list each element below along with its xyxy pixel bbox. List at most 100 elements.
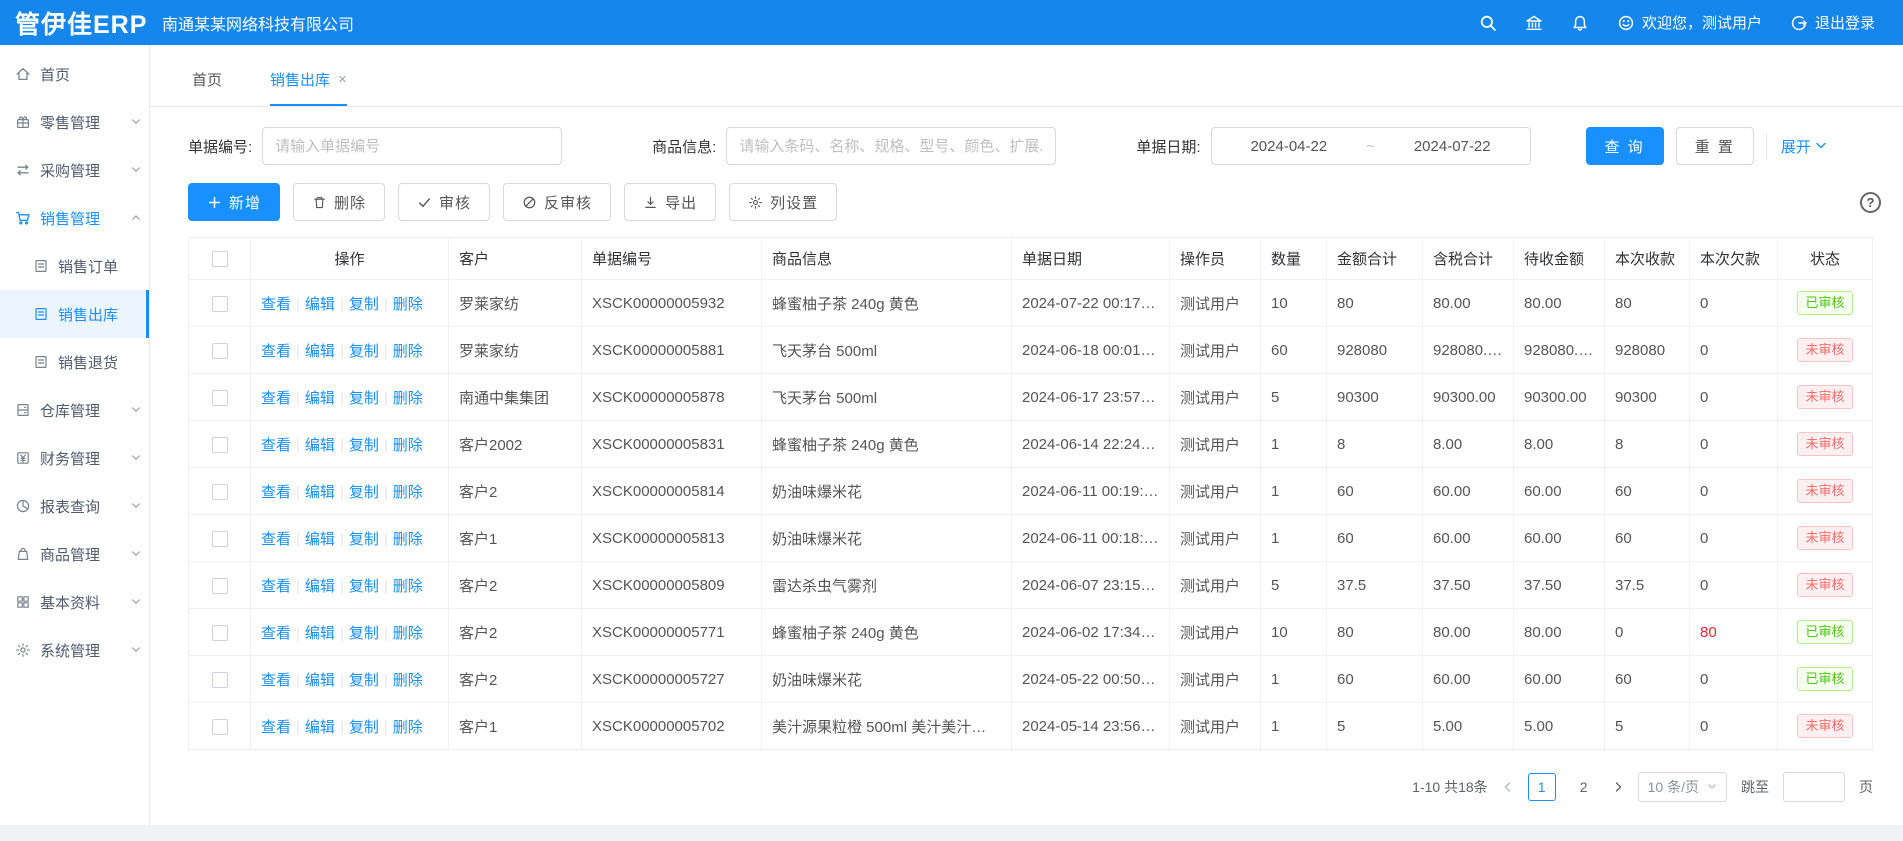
delete-link[interactable]: 删除 bbox=[393, 578, 423, 595]
view-link[interactable]: 查看 bbox=[261, 672, 291, 689]
help-icon[interactable]: ? bbox=[1860, 192, 1881, 213]
copy-link[interactable]: 复制 bbox=[349, 484, 379, 501]
copy-link[interactable]: 复制 bbox=[349, 390, 379, 407]
delete-link[interactable]: 删除 bbox=[393, 531, 423, 548]
edit-link[interactable]: 编辑 bbox=[305, 437, 335, 454]
sidebar-item-retail[interactable]: 零售管理 bbox=[0, 98, 149, 146]
view-link[interactable]: 查看 bbox=[261, 343, 291, 360]
sidebar-item-purchase[interactable]: 采购管理 bbox=[0, 146, 149, 194]
logout-button[interactable]: 退出登录 bbox=[1790, 12, 1875, 33]
sidebar-item-label: 系统管理 bbox=[40, 640, 100, 661]
add-button[interactable]: 新增 bbox=[188, 183, 280, 221]
tab-sales-outbound[interactable]: 销售出库 × bbox=[270, 69, 347, 106]
sidebar-item-warehouse[interactable]: 仓库管理 bbox=[0, 386, 149, 434]
delete-link[interactable]: 删除 bbox=[393, 343, 423, 360]
close-icon[interactable]: × bbox=[338, 71, 347, 88]
delete-link[interactable]: 删除 bbox=[393, 625, 423, 642]
sidebar-item-product[interactable]: 商品管理 bbox=[0, 530, 149, 578]
edit-link[interactable]: 编辑 bbox=[305, 296, 335, 313]
audit-button[interactable]: 审核 bbox=[398, 183, 490, 221]
tab-home[interactable]: 首页 bbox=[192, 69, 222, 106]
date-from[interactable]: 2024-04-22 bbox=[1250, 138, 1327, 155]
row-checkbox[interactable] bbox=[212, 625, 228, 641]
sidebar-item-label: 财务管理 bbox=[40, 448, 100, 469]
jump-page-input[interactable] bbox=[1783, 772, 1845, 802]
date-to[interactable]: 2024-07-22 bbox=[1414, 138, 1491, 155]
cell-operator: 测试用户 bbox=[1170, 468, 1261, 515]
sidebar-item-home[interactable]: 首页 bbox=[0, 50, 149, 98]
delete-link[interactable]: 删除 bbox=[393, 296, 423, 313]
row-checkbox[interactable] bbox=[212, 719, 228, 735]
edit-link[interactable]: 编辑 bbox=[305, 531, 335, 548]
delete-link[interactable]: 删除 bbox=[393, 719, 423, 736]
edit-link[interactable]: 编辑 bbox=[305, 343, 335, 360]
sidebar-item-sales-outbound[interactable]: 销售出库 bbox=[0, 290, 149, 338]
sidebar-item-sales[interactable]: 销售管理 bbox=[0, 194, 149, 242]
delete-link[interactable]: 删除 bbox=[393, 390, 423, 407]
view-link[interactable]: 查看 bbox=[261, 296, 291, 313]
cell-received: 928080 bbox=[1605, 327, 1690, 374]
unaudit-button[interactable]: 反审核 bbox=[503, 183, 611, 221]
copy-link[interactable]: 复制 bbox=[349, 296, 379, 313]
export-button[interactable]: 导出 bbox=[624, 183, 716, 221]
welcome-user[interactable]: 欢迎您，测试用户 bbox=[1617, 12, 1762, 33]
copy-link[interactable]: 复制 bbox=[349, 625, 379, 642]
sidebar-item-report[interactable]: 报表查询 bbox=[0, 482, 149, 530]
copy-link[interactable]: 复制 bbox=[349, 672, 379, 689]
next-page-icon[interactable] bbox=[1612, 781, 1624, 793]
cell-tax-total: 80.00 bbox=[1423, 280, 1514, 327]
page-button-1[interactable]: 1 bbox=[1528, 773, 1556, 801]
copy-link[interactable]: 复制 bbox=[349, 343, 379, 360]
prev-page-icon[interactable] bbox=[1502, 781, 1514, 793]
view-link[interactable]: 查看 bbox=[261, 625, 291, 642]
copy-link[interactable]: 复制 bbox=[349, 531, 379, 548]
row-checkbox[interactable] bbox=[212, 672, 228, 688]
view-link[interactable]: 查看 bbox=[261, 578, 291, 595]
sidebar-item-sales-order[interactable]: 销售订单 bbox=[0, 242, 149, 290]
row-checkbox[interactable] bbox=[212, 296, 228, 312]
cell-operations: 查看|编辑|复制|删除 bbox=[251, 656, 449, 703]
sidebar-item-finance[interactable]: 财务管理 bbox=[0, 434, 149, 482]
doc-no-input[interactable] bbox=[262, 127, 562, 165]
copy-link[interactable]: 复制 bbox=[349, 719, 379, 736]
copy-link[interactable]: 复制 bbox=[349, 437, 379, 454]
delete-link[interactable]: 删除 bbox=[393, 672, 423, 689]
edit-link[interactable]: 编辑 bbox=[305, 578, 335, 595]
row-checkbox[interactable] bbox=[212, 578, 228, 594]
edit-link[interactable]: 编辑 bbox=[305, 484, 335, 501]
view-link[interactable]: 查看 bbox=[261, 484, 291, 501]
row-checkbox[interactable] bbox=[212, 531, 228, 547]
row-checkbox[interactable] bbox=[212, 484, 228, 500]
date-range-picker[interactable]: 2024-04-22 ~ 2024-07-22 bbox=[1211, 127, 1531, 165]
bell-icon[interactable] bbox=[1571, 14, 1589, 32]
page-button-2[interactable]: 2 bbox=[1570, 773, 1598, 801]
product-info-input[interactable] bbox=[726, 127, 1056, 165]
select-all-checkbox[interactable] bbox=[212, 251, 228, 267]
row-checkbox[interactable] bbox=[212, 437, 228, 453]
view-link[interactable]: 查看 bbox=[261, 719, 291, 736]
edit-link[interactable]: 编辑 bbox=[305, 390, 335, 407]
sidebar-item-sales-return[interactable]: 销售退货 bbox=[0, 338, 149, 386]
bank-icon[interactable] bbox=[1525, 14, 1543, 32]
page-size-select[interactable]: 10 条/页 bbox=[1638, 772, 1727, 802]
column-settings-button[interactable]: 列设置 bbox=[729, 183, 837, 221]
cell-amount: 60 bbox=[1327, 515, 1423, 562]
search-button[interactable]: 查 询 bbox=[1586, 127, 1664, 165]
row-checkbox[interactable] bbox=[212, 390, 228, 406]
view-link[interactable]: 查看 bbox=[261, 437, 291, 454]
delete-link[interactable]: 删除 bbox=[393, 437, 423, 454]
edit-link[interactable]: 编辑 bbox=[305, 719, 335, 736]
view-link[interactable]: 查看 bbox=[261, 390, 291, 407]
row-checkbox[interactable] bbox=[212, 343, 228, 359]
reset-button[interactable]: 重 置 bbox=[1676, 127, 1754, 165]
view-link[interactable]: 查看 bbox=[261, 531, 291, 548]
edit-link[interactable]: 编辑 bbox=[305, 672, 335, 689]
sidebar-item-basic-data[interactable]: 基本资料 bbox=[0, 578, 149, 626]
delete-button[interactable]: 删除 bbox=[293, 183, 385, 221]
expand-link[interactable]: 展开 bbox=[1781, 136, 1827, 157]
sidebar-item-system[interactable]: 系统管理 bbox=[0, 626, 149, 674]
edit-link[interactable]: 编辑 bbox=[305, 625, 335, 642]
search-icon[interactable] bbox=[1479, 14, 1497, 32]
delete-link[interactable]: 删除 bbox=[393, 484, 423, 501]
copy-link[interactable]: 复制 bbox=[349, 578, 379, 595]
